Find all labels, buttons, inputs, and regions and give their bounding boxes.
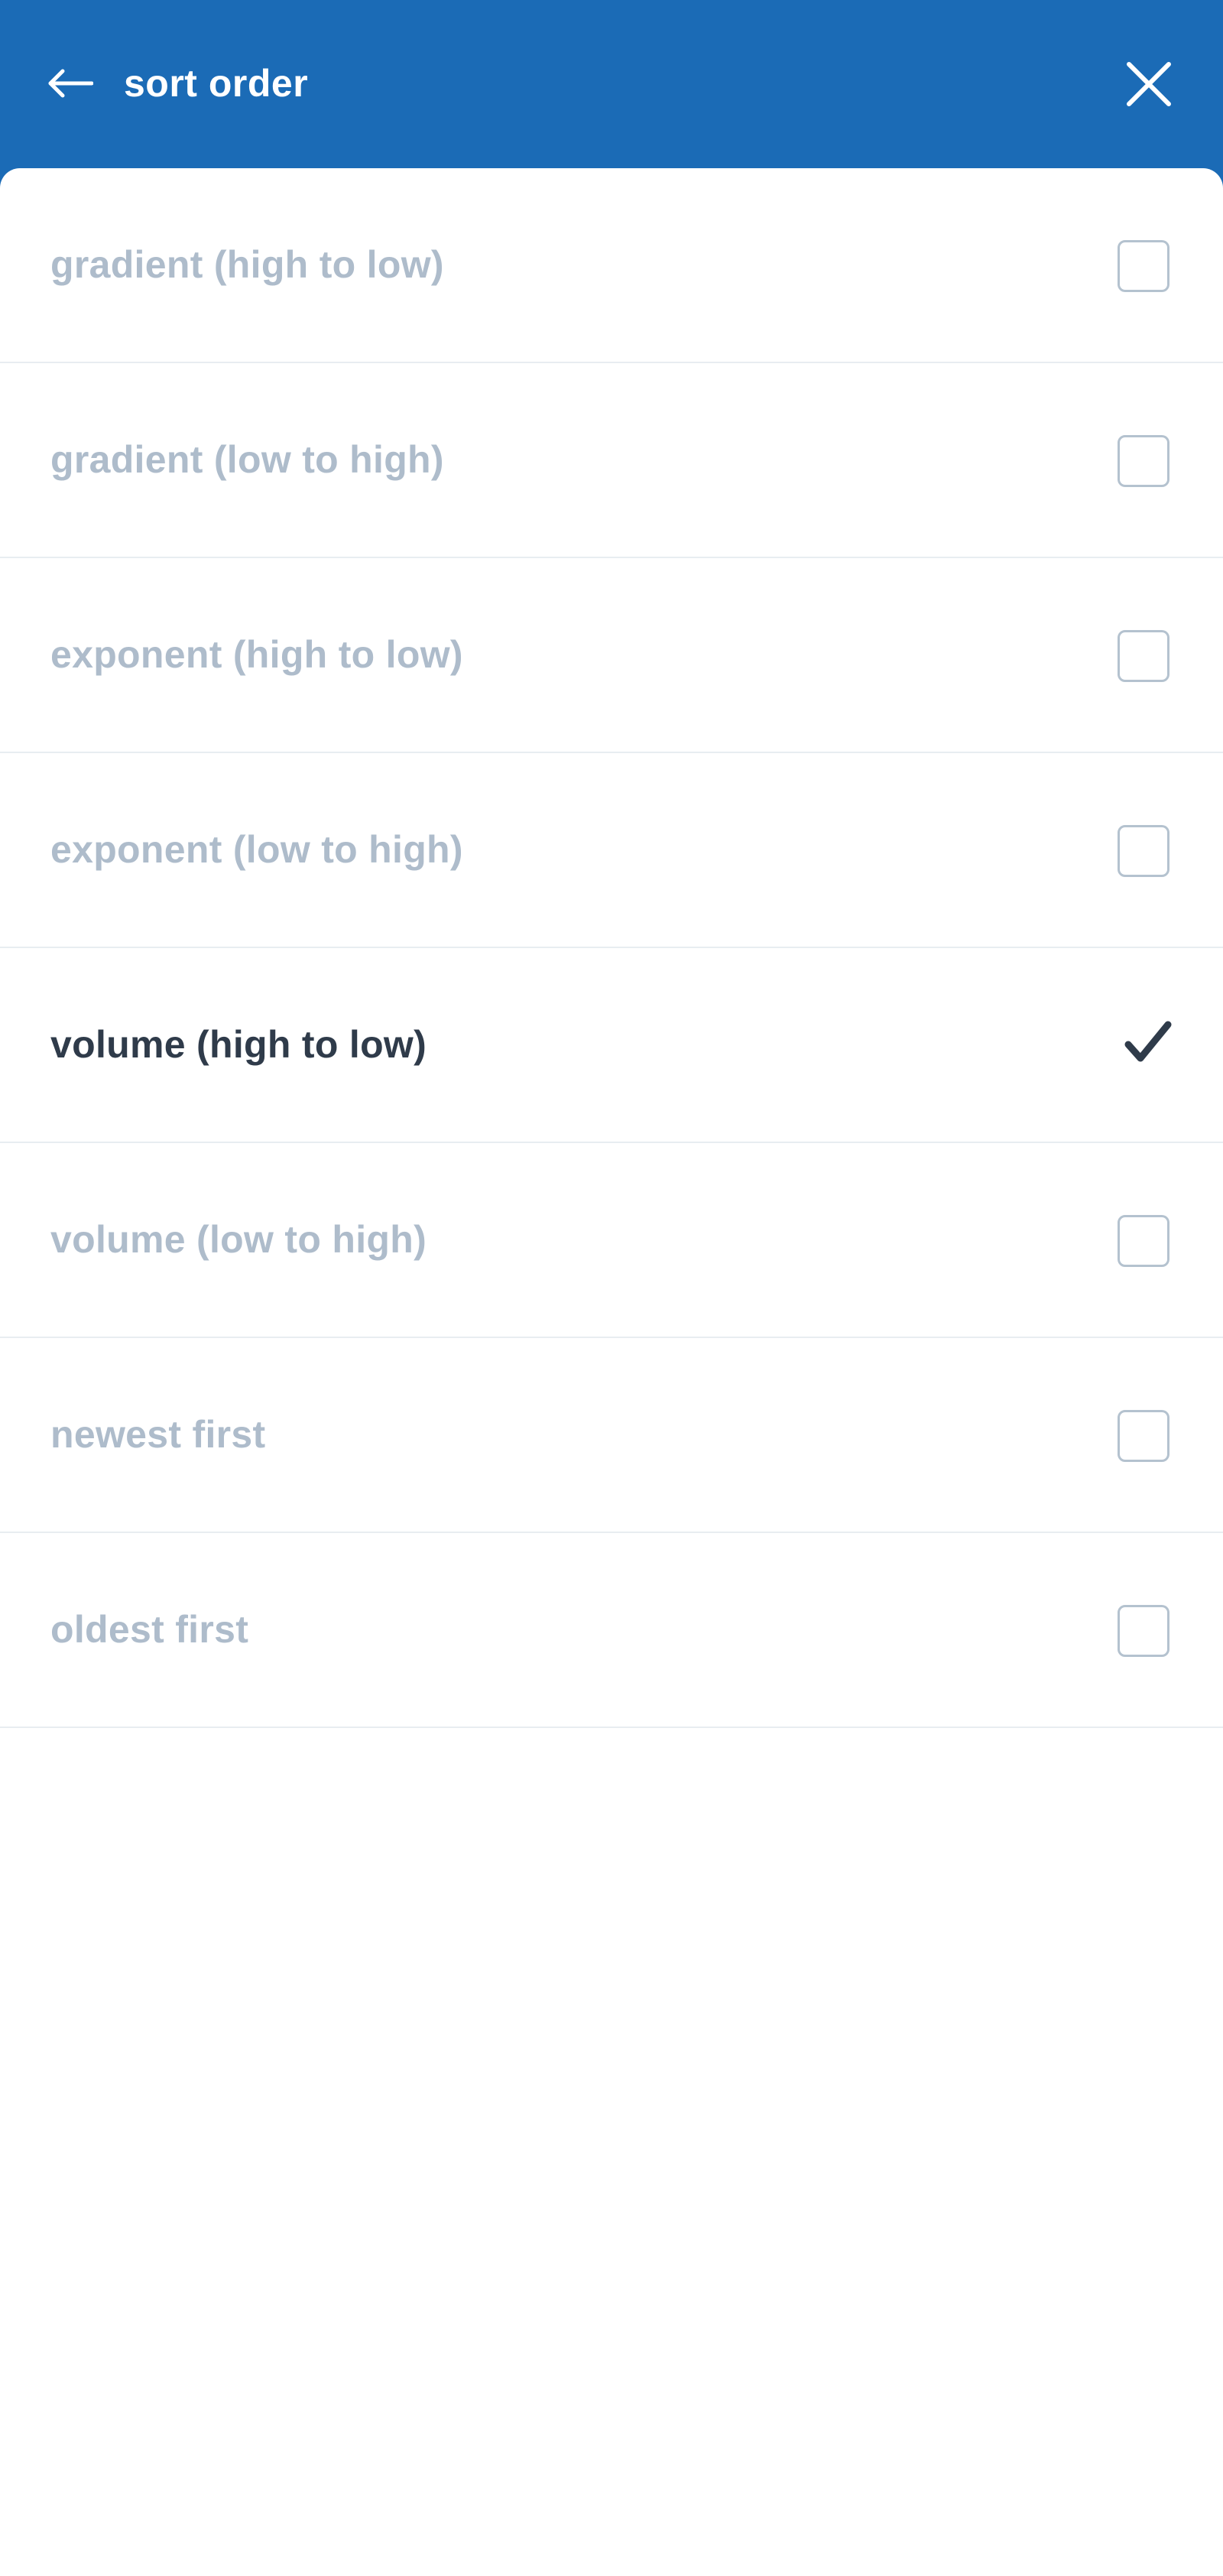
checkbox[interactable]	[1118, 240, 1169, 292]
option-label: oldest first	[50, 1608, 249, 1651]
checkbox[interactable]	[1118, 1605, 1169, 1657]
sort-option-gradient-low-to-high[interactable]: gradient (low to high)	[0, 363, 1223, 558]
arrow-left-icon	[48, 69, 93, 98]
close-icon	[1127, 62, 1171, 106]
page-title: sort order	[124, 62, 309, 105]
sort-option-exponent-high-to-low[interactable]: exponent (high to low)	[0, 558, 1223, 753]
close-button[interactable]	[1112, 47, 1186, 121]
checkbox[interactable]	[1118, 1215, 1169, 1267]
option-label: newest first	[50, 1413, 266, 1456]
option-label: exponent (low to high)	[50, 828, 463, 871]
option-label: volume (low to high)	[50, 1218, 427, 1261]
option-label: gradient (high to low)	[50, 243, 444, 286]
checkbox[interactable]	[1118, 825, 1169, 877]
checkbox[interactable]	[1118, 1410, 1169, 1462]
checkmark-icon	[1124, 1021, 1172, 1062]
sort-option-volume-low-to-high[interactable]: volume (low to high)	[0, 1143, 1223, 1338]
sort-option-exponent-low-to-high[interactable]: exponent (low to high)	[0, 753, 1223, 948]
option-label: gradient (low to high)	[50, 438, 444, 481]
header-bar: sort order	[0, 0, 1223, 168]
sort-option-oldest-first[interactable]: oldest first	[0, 1533, 1223, 1728]
sort-option-newest-first[interactable]: newest first	[0, 1338, 1223, 1533]
sort-option-volume-high-to-low[interactable]: volume (high to low)	[0, 948, 1223, 1143]
sort-options-panel: gradient (high to low) gradient (low to …	[0, 168, 1223, 2576]
sort-option-gradient-high-to-low[interactable]: gradient (high to low)	[0, 168, 1223, 363]
back-button[interactable]	[40, 49, 101, 118]
option-label: volume (high to low)	[50, 1023, 427, 1066]
option-label: exponent (high to low)	[50, 633, 463, 676]
checkbox[interactable]	[1118, 435, 1169, 487]
checkbox[interactable]	[1118, 630, 1169, 682]
